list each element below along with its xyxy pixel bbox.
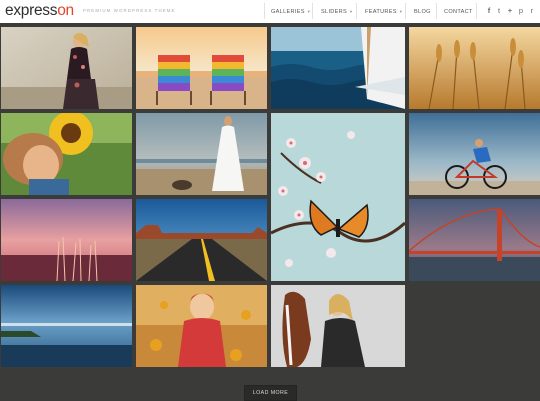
nav-divider	[476, 3, 477, 19]
gallery-thumb-grass-sunset[interactable]	[1, 199, 132, 281]
gallery-thumb-cyclist[interactable]	[409, 113, 540, 195]
nav-galleries[interactable]: GALLERIES ▼	[271, 0, 311, 23]
nav-contact[interactable]: CONTACT	[444, 0, 473, 23]
chevron-down-icon: ▼	[349, 9, 354, 14]
chevron-down-icon: ▼	[306, 9, 312, 14]
nav-divider	[312, 3, 313, 19]
nav-features[interactable]: FEATURES ▼	[365, 0, 403, 23]
plus-icon[interactable]: +	[505, 5, 515, 17]
gallery-thumb-bride-beach[interactable]	[136, 113, 267, 195]
nav-divider	[264, 3, 265, 19]
site-logo[interactable]: expresson	[5, 1, 74, 21]
gallery-thumb-girl-leaves[interactable]	[136, 285, 267, 367]
nav-divider	[405, 3, 406, 19]
nav-divider	[356, 3, 357, 19]
nav-blog[interactable]: BLOG	[414, 0, 431, 23]
nav-divider	[436, 3, 437, 19]
gallery-thumb-sailboat[interactable]	[271, 27, 405, 109]
gallery-thumb-golden-gate[interactable]	[409, 199, 540, 281]
nav-sliders[interactable]: SLIDERS ▼	[321, 0, 353, 23]
load-more-button[interactable]: LOAD MORE	[244, 385, 297, 401]
gallery-thumb-wheat[interactable]	[409, 27, 540, 109]
pinterest-icon[interactable]: p	[516, 5, 526, 17]
gallery-thumb-desert-road[interactable]	[136, 199, 267, 281]
facebook-icon[interactable]: f	[484, 5, 494, 17]
rss-icon[interactable]: r	[527, 5, 537, 17]
chevron-down-icon: ▼	[398, 9, 404, 14]
twitter-icon[interactable]: t	[494, 5, 504, 17]
gallery-thumb-child-sunflower[interactable]	[1, 113, 132, 195]
site-tagline: PREMIUM WORDPRESS THEME	[83, 8, 176, 13]
gallery-thumb-sea-dusk[interactable]	[1, 285, 132, 367]
gallery-thumb-butterfly[interactable]	[271, 113, 405, 281]
gallery-thumb-woman-horse[interactable]	[271, 285, 405, 367]
gallery-grid	[0, 26, 540, 368]
site-header: expresson PREMIUM WORDPRESS THEME GALLER…	[0, 0, 540, 23]
gallery-thumb-beach-chairs[interactable]	[136, 27, 267, 109]
gallery-thumb-woman-dress[interactable]	[1, 27, 132, 109]
